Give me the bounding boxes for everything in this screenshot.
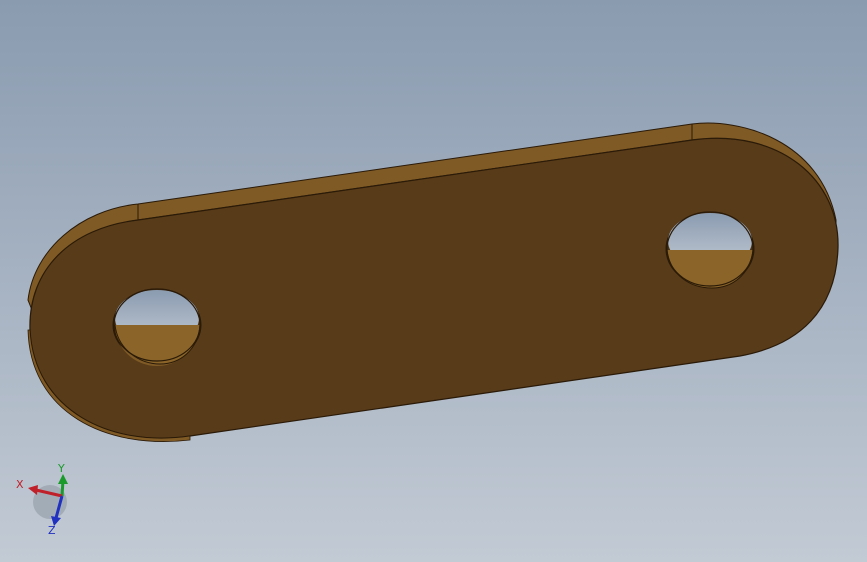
triad-y-label: Y: [57, 462, 65, 475]
reference-triad[interactable]: Y X Z: [10, 458, 90, 542]
model-view[interactable]: [0, 0, 867, 562]
triad-z-label: Z: [48, 524, 56, 537]
graphics-viewport[interactable]: Y X Z: [0, 0, 867, 562]
triad-x-label: X: [16, 478, 24, 491]
